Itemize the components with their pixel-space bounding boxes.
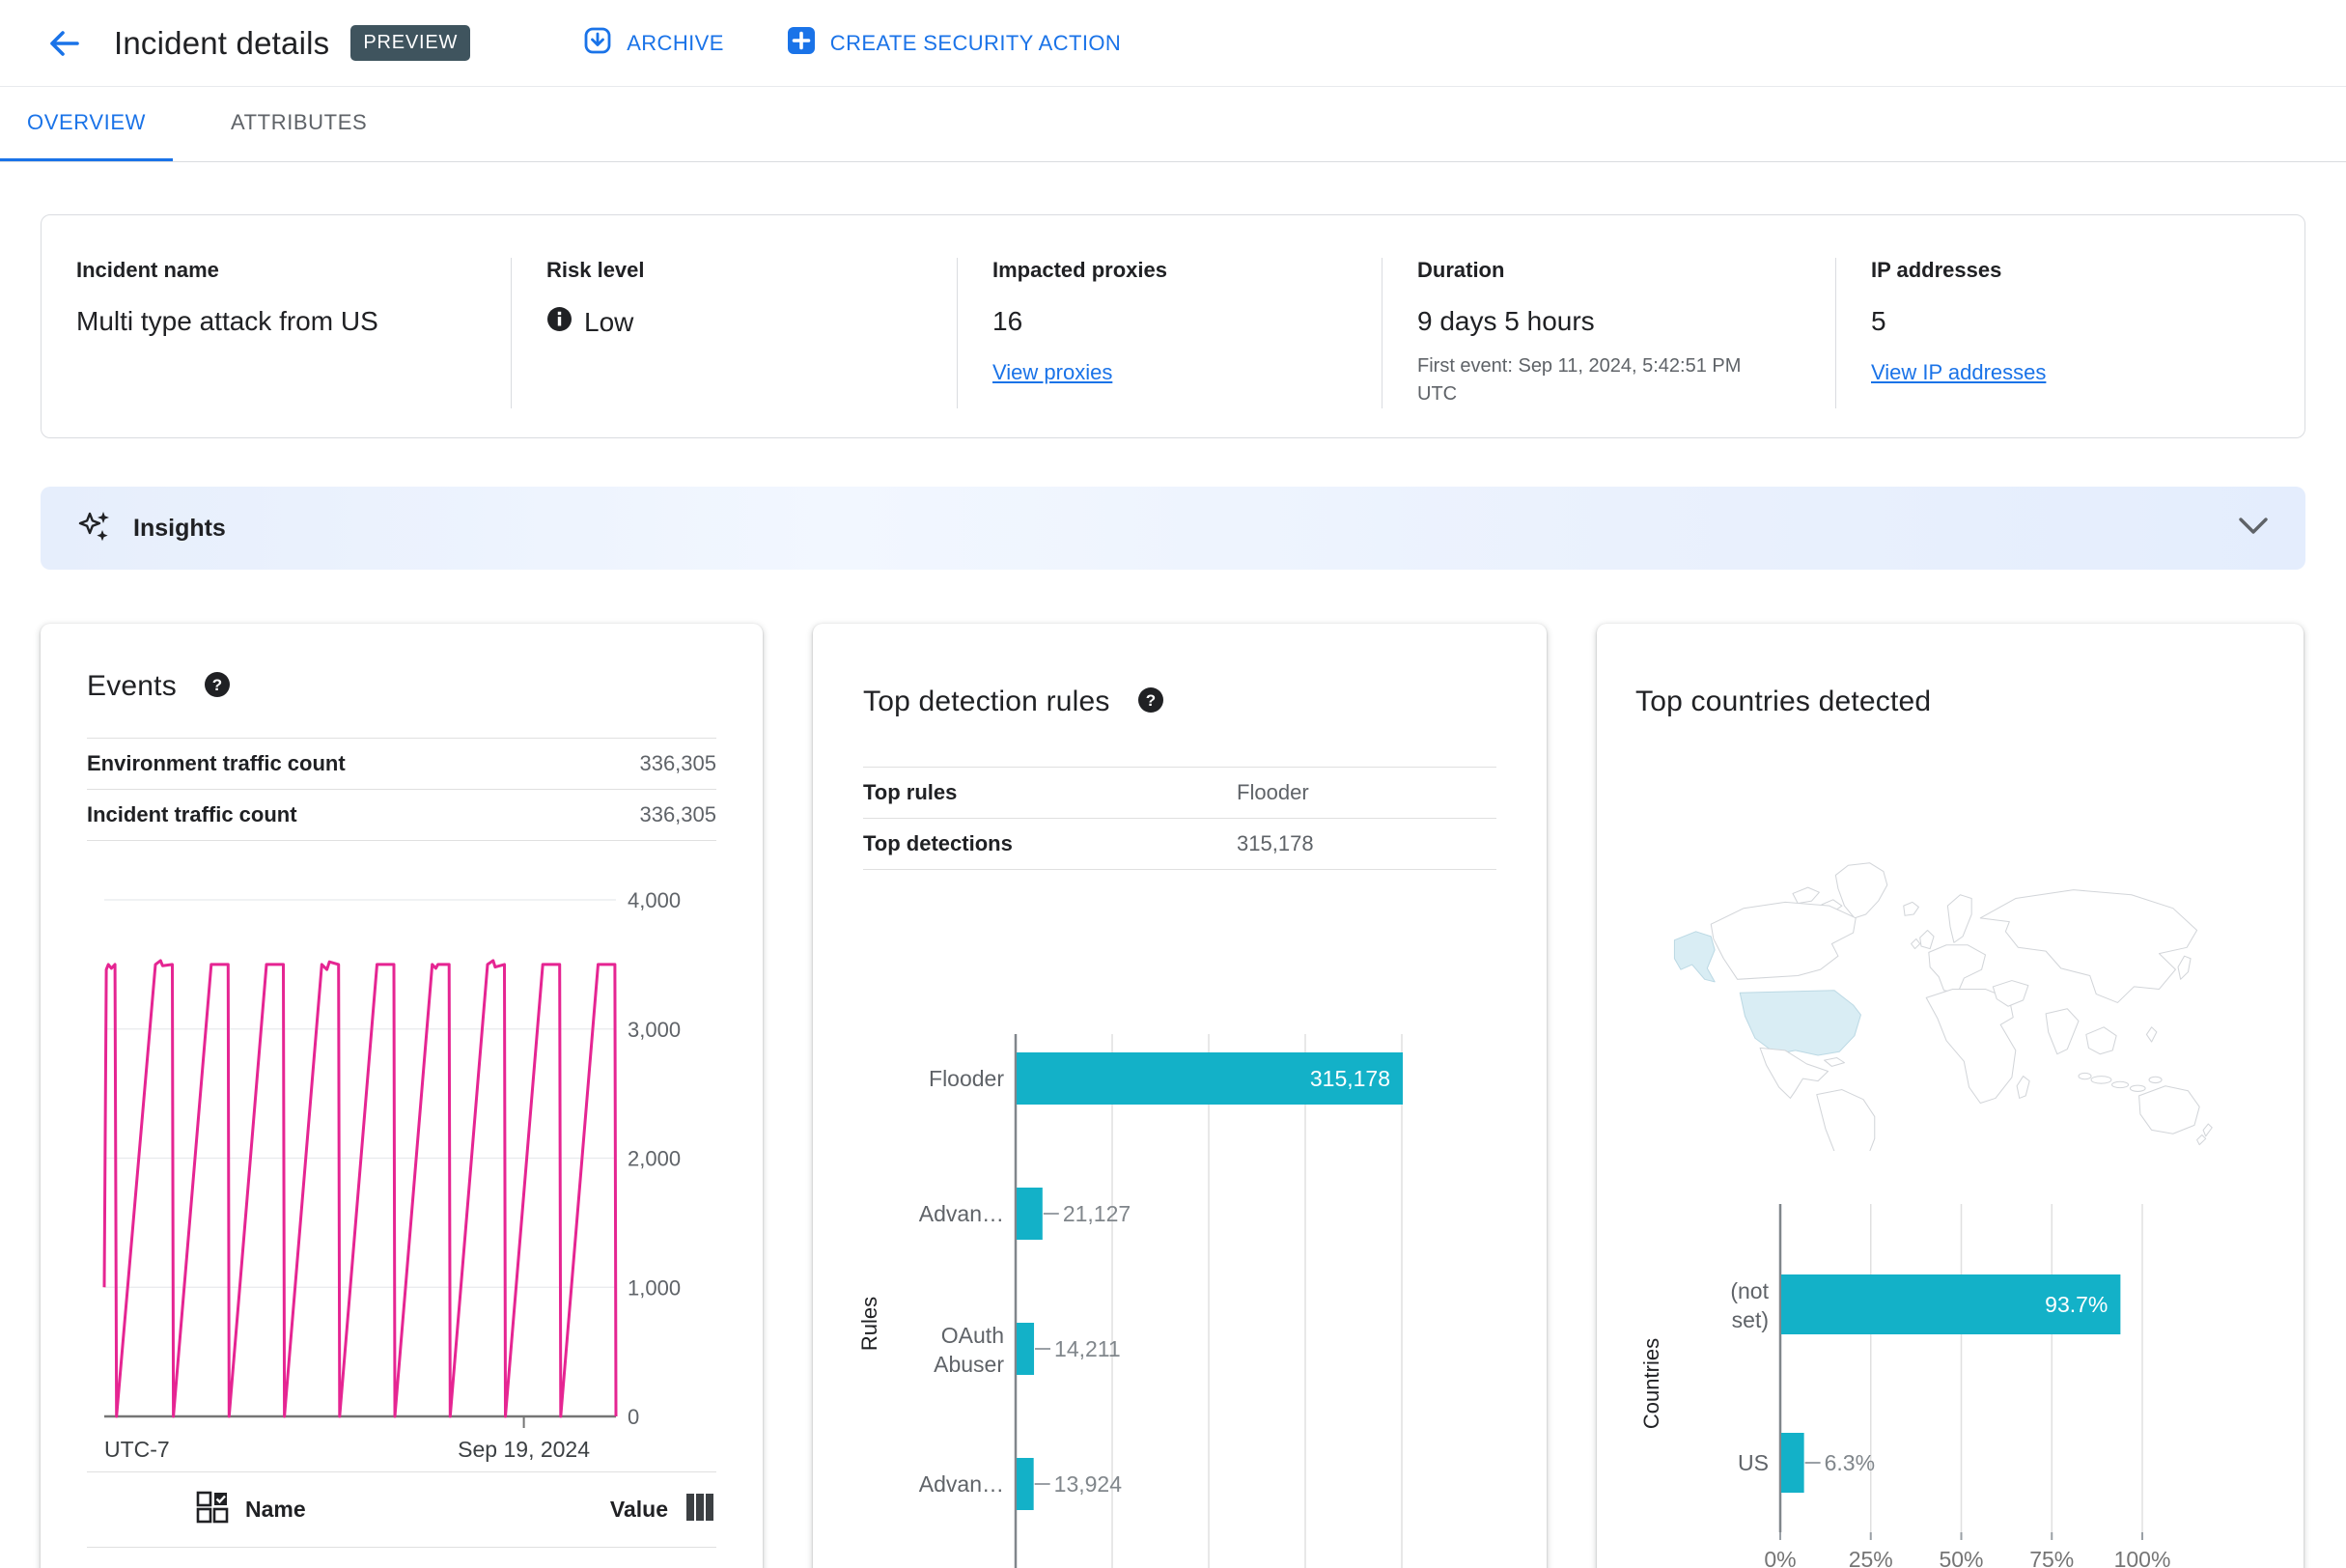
svg-text:13,924: 13,924 — [1054, 1471, 1123, 1497]
insights-expander[interactable]: Insights — [41, 487, 2305, 570]
svg-text:?: ? — [212, 676, 222, 694]
summary-ip-addresses: IP addresses 5 View IP addresses — [1835, 258, 2304, 408]
first-event-timestamp: First event: Sep 11, 2024, 5:42:51 PM UT… — [1417, 355, 1742, 405]
summary-duration: Duration 9 days 5 hours First event: Sep… — [1382, 258, 1835, 408]
rules-stats-table: Top rules Flooder Top detections 315,178 — [863, 767, 1496, 870]
world-map — [1673, 862, 2213, 1185]
insights-label: Insights — [133, 514, 226, 542]
svg-text:100%: 100% — [2114, 1547, 2171, 1568]
events-line-chart: 0 1,000 2,000 3,000 4,000 UTC-7 Sep 19, 2024 — [102, 888, 681, 1462]
svg-text:3,000: 3,000 — [628, 1018, 681, 1042]
svg-text:Sep 19, 2024: Sep 19, 2024 — [458, 1437, 590, 1462]
svg-text:Countries: Countries — [1639, 1338, 1663, 1429]
view-ip-addresses-link[interactable]: View IP addresses — [1871, 360, 2046, 385]
preview-badge: PREVIEW — [350, 25, 471, 61]
events-card: Events ? Environment traffic count 336,3… — [41, 624, 763, 1568]
table-row: Top rules Flooder — [863, 768, 1496, 819]
svg-text:4,000: 4,000 — [628, 888, 681, 912]
svg-text:set): set) — [1732, 1307, 1769, 1332]
top-detection-rules-card: Top detection rules ? Top rules Flooder … — [813, 624, 1547, 1568]
help-icon[interactable]: ? — [1137, 686, 1164, 718]
svg-text:?: ? — [1145, 691, 1155, 710]
svg-text:Advan…: Advan… — [919, 1201, 1004, 1226]
create-security-action-button[interactable]: CREATE SECURITY ACTION — [786, 25, 1121, 62]
countries-bar-chart: (not set) 93.7% US 6.3% Countries 0% 25% 50% 75% 1… — [1639, 1204, 2171, 1568]
dashboard-cards: Events ? Environment traffic count 336,3… — [41, 624, 2305, 1568]
svg-text:Flooder: Flooder — [929, 1066, 1004, 1091]
svg-text:6.3%: 6.3% — [1825, 1450, 1875, 1475]
summary-risk-level: Risk level Low — [511, 258, 957, 408]
summary-impacted-proxies: Impacted proxies 16 View proxies — [957, 258, 1382, 408]
info-icon — [546, 306, 573, 339]
svg-text:315,178: 315,178 — [1310, 1066, 1390, 1091]
page-title: Incident details — [114, 24, 330, 61]
tab-attributes[interactable]: ATTRIBUTES — [204, 87, 394, 161]
back-arrow-icon[interactable] — [42, 22, 85, 65]
table-row: Environment traffic count 336,305 — [87, 739, 716, 790]
view-proxies-link[interactable]: View proxies — [992, 360, 1112, 385]
svg-text:25%: 25% — [1849, 1547, 1893, 1568]
legend-header: Name Value — [87, 1472, 716, 1547]
svg-text:Advan…: Advan… — [919, 1471, 1004, 1497]
rules-card-title: Top detection rules — [863, 686, 1110, 717]
page-header: Incident details PREVIEW ARCHIVE CREATE … — [0, 0, 2346, 87]
columns-icon[interactable] — [684, 1492, 716, 1527]
svg-text:US: US — [1738, 1450, 1769, 1475]
svg-text:UTC-7: UTC-7 — [104, 1437, 170, 1462]
table-row: Top detections 315,178 — [863, 819, 1496, 870]
table-row: Incident traffic count 336,305 — [87, 790, 716, 841]
svg-text:75%: 75% — [2029, 1547, 2074, 1568]
sparkle-icon — [77, 509, 112, 548]
legend-row: Environment traffic 5 — [87, 1548, 716, 1568]
tab-overview[interactable]: OVERVIEW — [0, 87, 173, 161]
summary-incident-name: Incident name Multi type attack from US — [76, 258, 378, 336]
svg-text:0%: 0% — [1764, 1547, 1796, 1568]
svg-text:2,000: 2,000 — [628, 1147, 681, 1171]
top-countries-card: Top countries detected (not set) 93.7% U… — [1597, 624, 2304, 1568]
help-icon[interactable]: ? — [204, 671, 231, 703]
plus-icon — [786, 25, 817, 62]
incident-summary-card: Incident name Multi type attack from US … — [41, 214, 2305, 438]
svg-text:50%: 50% — [1939, 1547, 1983, 1568]
svg-text:1,000: 1,000 — [628, 1275, 681, 1300]
svg-text:0: 0 — [628, 1405, 639, 1429]
svg-text:(not: (not — [1730, 1278, 1769, 1303]
chevron-down-icon[interactable] — [2238, 517, 2269, 541]
events-stats-table: Environment traffic count 336,305 Incide… — [87, 738, 716, 841]
svg-text:OAuth: OAuth — [941, 1323, 1004, 1348]
tab-bar: OVERVIEW ATTRIBUTES — [0, 87, 2346, 162]
grid-check-icon[interactable] — [195, 1490, 230, 1529]
svg-text:14,211: 14,211 — [1054, 1336, 1121, 1361]
svg-text:Rules: Rules — [861, 1297, 881, 1351]
svg-text:21,127: 21,127 — [1063, 1201, 1131, 1226]
archive-icon — [582, 25, 613, 62]
svg-text:Abuser: Abuser — [934, 1352, 1004, 1377]
countries-card-title: Top countries detected — [1635, 686, 1932, 717]
archive-button[interactable]: ARCHIVE — [582, 25, 724, 62]
detection-rules-bar-chart: Flooder 315,178 Advan… 21,127 OAuth Abuser 14,… — [857, 1034, 1403, 1568]
svg-text:93.7%: 93.7% — [2045, 1292, 2108, 1317]
events-card-title: Events — [87, 670, 177, 702]
